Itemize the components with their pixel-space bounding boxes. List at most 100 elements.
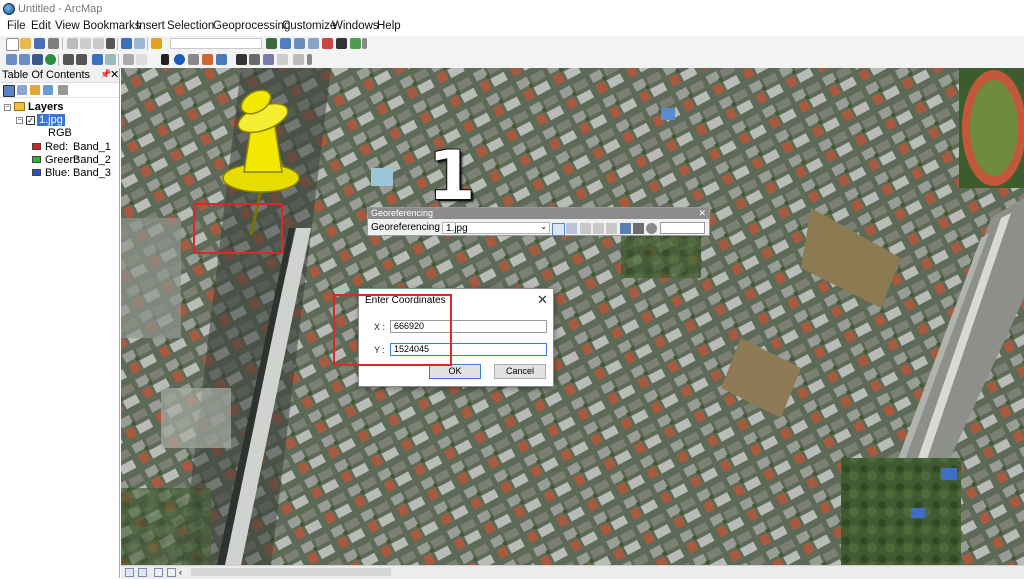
new-icon[interactable] [6, 38, 19, 51]
collapse-icon[interactable]: − [16, 117, 23, 124]
viewer-icon[interactable] [633, 223, 644, 234]
georeferencing-layer-dropdown[interactable]: 1.jpg ⌄ [442, 222, 550, 234]
menu-view[interactable]: View [55, 20, 80, 32]
print-icon[interactable] [48, 38, 59, 49]
table-of-contents-panel: Table Of Contents 📌 ✕ − Layers − ✓ 1.jpg… [0, 68, 120, 578]
undo-icon[interactable] [121, 38, 132, 49]
toolbar-options-icon[interactable] [307, 54, 312, 65]
fixed-zoom-in-icon[interactable] [63, 54, 74, 65]
horizontal-scrollbar[interactable] [191, 568, 391, 576]
cancel-button[interactable]: Cancel [494, 364, 546, 379]
menu-bookmarks[interactable]: Bookmarks [83, 20, 141, 32]
zoom-to-link-icon[interactable] [593, 223, 604, 234]
measure-icon[interactable] [202, 54, 213, 65]
menu-customize[interactable]: Customize [282, 20, 336, 32]
delete-link-icon[interactable] [606, 223, 617, 234]
list-by-drawing-order-icon[interactable] [3, 85, 15, 97]
arctoolbox-icon[interactable] [322, 38, 333, 49]
open-icon[interactable] [20, 38, 31, 49]
html-popup-icon[interactable] [188, 54, 199, 65]
highlight-box-target [193, 203, 283, 254]
time-slider-icon[interactable] [263, 54, 274, 65]
map-view[interactable]: 1 [121, 68, 1024, 565]
pan-icon[interactable] [32, 54, 43, 65]
refresh-icon[interactable] [154, 568, 163, 577]
link-table-icon[interactable] [620, 223, 631, 234]
georeferencing-titlebar: Georeferencing ✕ [368, 208, 709, 219]
paste-icon[interactable] [93, 38, 104, 49]
find-route-icon[interactable] [249, 54, 260, 65]
pause-drawing-icon[interactable] [167, 568, 176, 577]
zoom-out-icon[interactable] [19, 54, 30, 65]
georeferencing-menu[interactable]: Georeferencing ▾ [371, 222, 448, 233]
fixed-zoom-out-icon[interactable] [76, 54, 87, 65]
menu-file[interactable]: File [7, 20, 26, 32]
view-link-table-icon[interactable] [566, 223, 577, 234]
menu-help[interactable]: Help [377, 20, 401, 32]
zoom-in-icon[interactable] [6, 54, 17, 65]
callout-number: 1 [428, 137, 476, 216]
blue-swatch [32, 169, 41, 176]
collapse-icon[interactable]: − [4, 104, 11, 111]
copy-icon[interactable] [80, 38, 91, 49]
model-builder-icon[interactable] [350, 38, 361, 49]
toc-options-icon[interactable] [58, 85, 68, 95]
layer-row[interactable]: − ✓ 1.jpg [16, 114, 116, 127]
catalog-icon[interactable] [294, 38, 305, 49]
redo-icon[interactable] [134, 38, 145, 49]
previous-extent-icon[interactable] [92, 54, 103, 65]
menu-windows[interactable]: Windows [332, 20, 379, 32]
list-by-selection-icon[interactable] [43, 85, 53, 95]
cut-icon[interactable] [67, 38, 78, 49]
rgb-label: RGB [48, 127, 72, 139]
menu-geoprocessing[interactable]: Geoprocessing [213, 20, 290, 32]
layout-view-icon[interactable] [138, 568, 147, 577]
scroll-left-icon[interactable]: ‹ [179, 568, 188, 577]
toc-header: Table Of Contents 📌 ✕ [0, 68, 119, 83]
find-icon[interactable] [236, 54, 247, 65]
georeferencing-toolbar: Georeferencing ✕ Georeferencing ▾ 1.jpg … [367, 207, 710, 236]
go-to-xy-icon[interactable] [216, 54, 227, 65]
next-extent-icon[interactable] [105, 54, 116, 65]
clear-selection-icon[interactable] [136, 54, 147, 65]
create-viewer-icon[interactable] [277, 54, 288, 65]
save-icon[interactable] [34, 38, 45, 49]
georeferencing-input[interactable] [660, 222, 705, 234]
toc-toolbar [0, 83, 119, 98]
editor-toolbar-icon[interactable] [266, 38, 277, 49]
add-control-points-icon[interactable] [552, 223, 565, 236]
close-icon[interactable]: ✕ [110, 68, 119, 81]
ok-button[interactable]: OK [429, 364, 481, 379]
close-icon[interactable]: ✕ [537, 292, 548, 308]
standard-toolbar [0, 36, 1024, 52]
menu-edit[interactable]: Edit [31, 20, 51, 32]
menu-selection[interactable]: Selection [167, 20, 214, 32]
band-red-value: Band_1 [73, 141, 111, 153]
full-extent-icon[interactable] [45, 54, 56, 65]
search-window-icon[interactable] [308, 38, 319, 49]
identify-icon[interactable] [174, 54, 185, 65]
close-icon[interactable]: ✕ [698, 208, 706, 219]
select-elements-icon[interactable] [161, 54, 169, 65]
layer-name[interactable]: 1.jpg [37, 114, 65, 126]
green-swatch [32, 156, 41, 163]
add-data-icon[interactable] [151, 38, 162, 49]
select-link-icon[interactable] [580, 223, 591, 234]
band-red-row: Red: Band_1 [32, 141, 117, 153]
tools-toolbar [0, 52, 1024, 69]
rotate-icon[interactable] [646, 223, 657, 234]
delete-icon[interactable] [106, 38, 115, 49]
table-of-contents-icon[interactable] [280, 38, 291, 49]
list-by-visibility-icon[interactable] [30, 85, 40, 95]
layer-visibility-checkbox[interactable]: ✓ [26, 116, 35, 125]
map-scale-dropdown[interactable] [170, 38, 262, 49]
swipe-icon[interactable] [293, 54, 304, 65]
select-features-icon[interactable] [123, 54, 134, 65]
toolbar-options-icon[interactable] [362, 38, 367, 49]
python-window-icon[interactable] [336, 38, 347, 49]
menu-insert[interactable]: Insert [136, 20, 165, 32]
data-view-icon[interactable] [125, 568, 134, 577]
layers-group[interactable]: − Layers [4, 101, 114, 114]
layers-folder-icon [14, 102, 25, 111]
list-by-source-icon[interactable] [17, 85, 27, 95]
